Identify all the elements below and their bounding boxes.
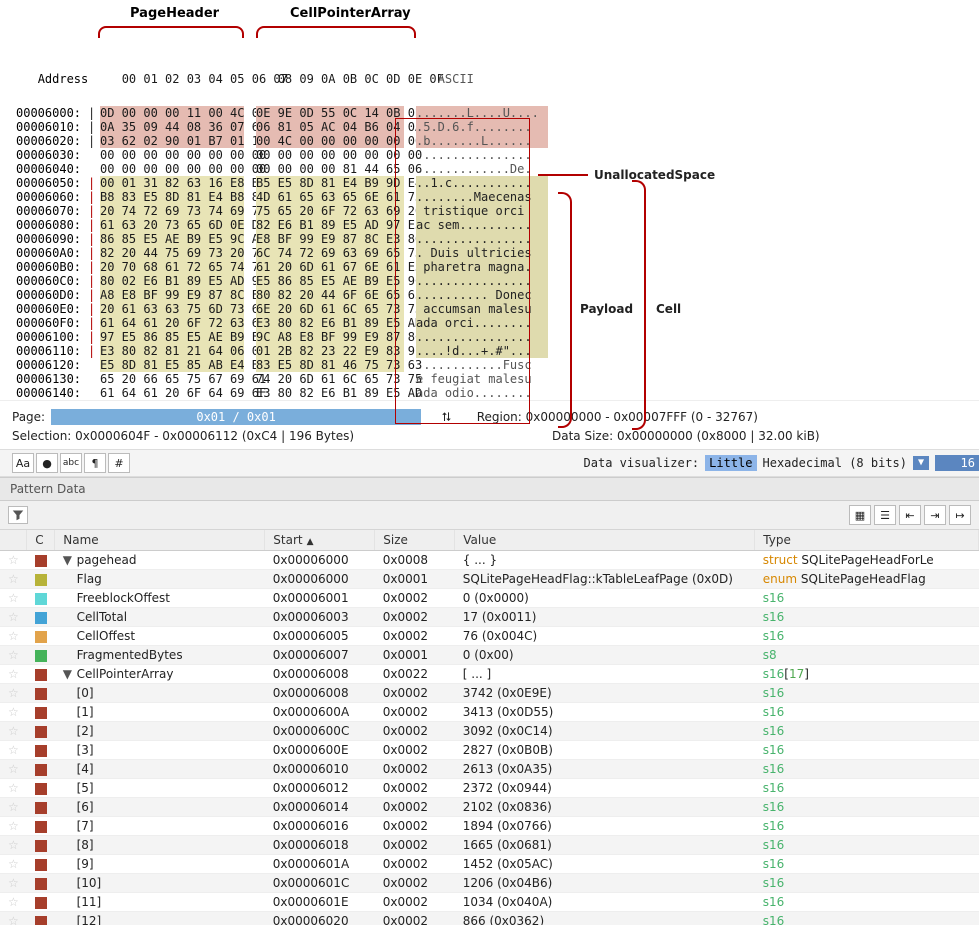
pattern-table[interactable]: C Name Start▲ Size Value Type ☆▼ pagehea… xyxy=(0,530,979,925)
unalloc-pointer xyxy=(538,174,588,176)
hex-row[interactable]: 000060F0:|61 64 61 20 6F 72 63 69 E3 80 … xyxy=(0,316,979,330)
table-row[interactable]: ☆ [0]0x000060080x00023742 (0x0E9E)s16 xyxy=(0,684,979,703)
hex-row[interactable]: 000060E0:|20 61 63 63 75 6D 73 61 6E 20 … xyxy=(0,302,979,316)
table-row[interactable]: ☆ [1]0x0000600A0x00023413 (0x0D55)s16 xyxy=(0,703,979,722)
table-row[interactable]: ☆ [3]0x0000600E0x00022827 (0x0B0B)s16 xyxy=(0,741,979,760)
name-col[interactable]: Name xyxy=(55,530,265,551)
table-row[interactable]: ☆ FreeblockOffest0x000060010x00020 (0x00… xyxy=(0,589,979,608)
layout-indent-button[interactable]: ☰ xyxy=(874,505,896,525)
table-row[interactable]: ☆ [7]0x000060160x00021894 (0x0766)s16 xyxy=(0,817,979,836)
hex-row[interactable]: 00006050:|00 01 31 82 63 16 E8 B5 B5 E5 … xyxy=(0,176,979,190)
status-bar: Page: 0x01 / 0x01 ⮁ Region: 0x00000000 -… xyxy=(0,400,979,449)
table-row[interactable]: ☆ CellTotal0x000060030x000217 (0x0011)s1… xyxy=(0,608,979,627)
table-row[interactable]: ☆ [11]0x0000601E0x00021034 (0x040A)s16 xyxy=(0,893,979,912)
hex-row[interactable]: 00006070:|20 74 72 69 73 74 69 71 75 65 … xyxy=(0,204,979,218)
region-label: Region: xyxy=(477,410,522,424)
layout-left-button[interactable]: ⇤ xyxy=(899,505,921,525)
hex-row[interactable]: 00006030: 00 00 00 00 00 00 00 00 00 00 … xyxy=(0,148,979,162)
vis-dropdown-icon[interactable]: ▼ xyxy=(913,456,929,470)
table-row[interactable]: ☆ [12]0x000060200x0002866 (0x0362)s16 xyxy=(0,912,979,925)
hash-button[interactable]: # xyxy=(108,453,130,473)
anno-payload: Payload xyxy=(580,302,633,316)
table-row[interactable]: ☆ [10]0x0000601C0x00021206 (0x04B6)s16 xyxy=(0,874,979,893)
selection-value: 0x0000604F - 0x00006112 (0xC4 | 196 Byte… xyxy=(75,429,354,443)
color-col[interactable]: C xyxy=(27,530,55,551)
table-row[interactable]: ☆ [6]0x000060140x00022102 (0x0836)s16 xyxy=(0,798,979,817)
hex-row[interactable]: 00006060:|B8 83 E5 8D 81 E4 B8 80 4D 61 … xyxy=(0,190,979,204)
hex-row[interactable]: 00006110:|E3 80 82 81 21 64 06 00 01 2B … xyxy=(0,344,979,358)
brace-cell xyxy=(632,180,646,430)
vis-label: Data visualizer: xyxy=(584,456,700,470)
hex-row[interactable]: 00006090:|86 85 E5 AE B9 E5 9C A8 E8 BF … xyxy=(0,232,979,246)
hex-row[interactable]: 00006040: 00 00 00 00 00 00 00 00 00 00 … xyxy=(0,162,979,176)
datasize-value: 0x00000000 (0x8000 | 32.00 kiB) xyxy=(617,429,820,443)
value-col[interactable]: Value xyxy=(455,530,755,551)
display-toolbar: Aa ● abc ¶ # Data visualizer: Little Hex… xyxy=(0,449,979,477)
filter-button[interactable] xyxy=(8,506,28,524)
funnel-icon xyxy=(12,509,24,521)
table-row[interactable]: ☆ [5]0x000060120x00022372 (0x0944)s16 xyxy=(0,779,979,798)
font-aa-button[interactable]: Aa xyxy=(12,453,34,473)
start-col[interactable]: Start▲ xyxy=(265,530,375,551)
brace-payload xyxy=(558,192,572,428)
hex-row[interactable]: 00006020:|03 62 02 90 01 B7 01 13 00 4C … xyxy=(0,134,979,148)
hex-row[interactable]: 000060C0:|80 02 E6 B1 89 E5 AD 97 E5 86 … xyxy=(0,274,979,288)
hex-row[interactable]: 00006080:|61 63 20 73 65 6D 0E D3 82 E6 … xyxy=(0,218,979,232)
hex-editor[interactable]: Address 00 01 02 03 04 05 06 07 08 09 0A… xyxy=(0,50,979,400)
bullet-icon[interactable]: ● xyxy=(36,453,58,473)
table-row[interactable]: ☆ [4]0x000060100x00022613 (0x0A35)s16 xyxy=(0,760,979,779)
table-row[interactable]: ☆ [9]0x0000601A0x00021452 (0x05AC)s16 xyxy=(0,855,979,874)
page-label: Page: xyxy=(12,410,45,424)
brace-pageheader xyxy=(98,26,244,38)
layout-both-button[interactable]: ↦ xyxy=(949,505,971,525)
vis-count[interactable]: 16 xyxy=(935,455,979,471)
anno-cellptr: CellPointerArray xyxy=(290,6,411,21)
vis-format[interactable]: Hexadecimal (8 bits) xyxy=(763,456,908,470)
hex-row[interactable]: 000060B0:|20 70 68 61 72 65 74 72 61 20 … xyxy=(0,260,979,274)
hex-row[interactable]: 00006140: 61 64 61 20 6F 64 69 6F E3 80 … xyxy=(0,386,979,400)
pilcrow-button[interactable]: ¶ xyxy=(84,453,106,473)
anno-cell: Cell xyxy=(656,302,681,316)
table-row[interactable]: ☆▼ CellPointerArray0x000060080x0022[ ...… xyxy=(0,665,979,684)
layout-grid-button[interactable]: ▦ xyxy=(849,505,871,525)
page-slider[interactable]: 0x01 / 0x01 xyxy=(51,409,421,425)
size-col[interactable]: Size xyxy=(375,530,455,551)
table-row[interactable]: ☆ FragmentedBytes0x000060070x00010 (0x00… xyxy=(0,646,979,665)
hex-row[interactable]: 00006010:|0A 35 09 44 08 36 07 66 06 81 … xyxy=(0,120,979,134)
layout-right-button[interactable]: ⇥ xyxy=(924,505,946,525)
pattern-toolbar: ▦ ☰ ⇤ ⇥ ↦ xyxy=(0,501,979,530)
hex-row[interactable]: 000060D0:|A8 E8 BF 99 E9 87 8C E3 80 82 … xyxy=(0,288,979,302)
table-row[interactable]: ☆ CellOffest0x000060050x000276 (0x004C)s… xyxy=(0,627,979,646)
hex-row[interactable]: 00006120: E5 8D 81 E5 85 AB E4 B8 83 E5 … xyxy=(0,358,979,372)
hex-row[interactable]: 00006100:|97 E5 86 85 E5 AE B9 E5 9C A8 … xyxy=(0,330,979,344)
datasize-label: Data Size: xyxy=(552,429,613,443)
table-row[interactable]: ☆ Flag0x000060000x0001SQLitePageHeadFlag… xyxy=(0,570,979,589)
selection-label: Selection: xyxy=(12,429,71,443)
hex-row[interactable]: 00006130: 65 20 66 65 75 67 69 61 74 20 … xyxy=(0,372,979,386)
annotation-header: PageHeader CellPointerArray xyxy=(0,0,979,50)
vis-endian[interactable]: Little xyxy=(705,455,756,471)
anno-pageheader: PageHeader xyxy=(130,6,219,21)
hex-row[interactable]: 000060A0:|82 20 44 75 69 73 20 75 6C 74 … xyxy=(0,246,979,260)
table-row[interactable]: ☆▼ pagehead0x000060000x0008{ ... }struct… xyxy=(0,551,979,570)
table-row[interactable]: ☆ [2]0x0000600C0x00023092 (0x0C14)s16 xyxy=(0,722,979,741)
hex-row[interactable]: 00006000:|0D 00 00 00 11 00 4C 00 0E 9E … xyxy=(0,106,979,120)
pattern-data-tab[interactable]: Pattern Data xyxy=(0,477,979,501)
table-row[interactable]: ☆ [8]0x000060180x00021665 (0x0681)s16 xyxy=(0,836,979,855)
type-col[interactable]: Type xyxy=(755,530,979,551)
star-col[interactable] xyxy=(0,530,27,551)
abc-button[interactable]: abc xyxy=(60,453,82,473)
anno-unalloc: UnallocatedSpace xyxy=(594,168,715,182)
brace-cellptr xyxy=(256,26,416,38)
hex-header-row: Address 00 01 02 03 04 05 06 07 08 09 0A… xyxy=(0,54,979,106)
